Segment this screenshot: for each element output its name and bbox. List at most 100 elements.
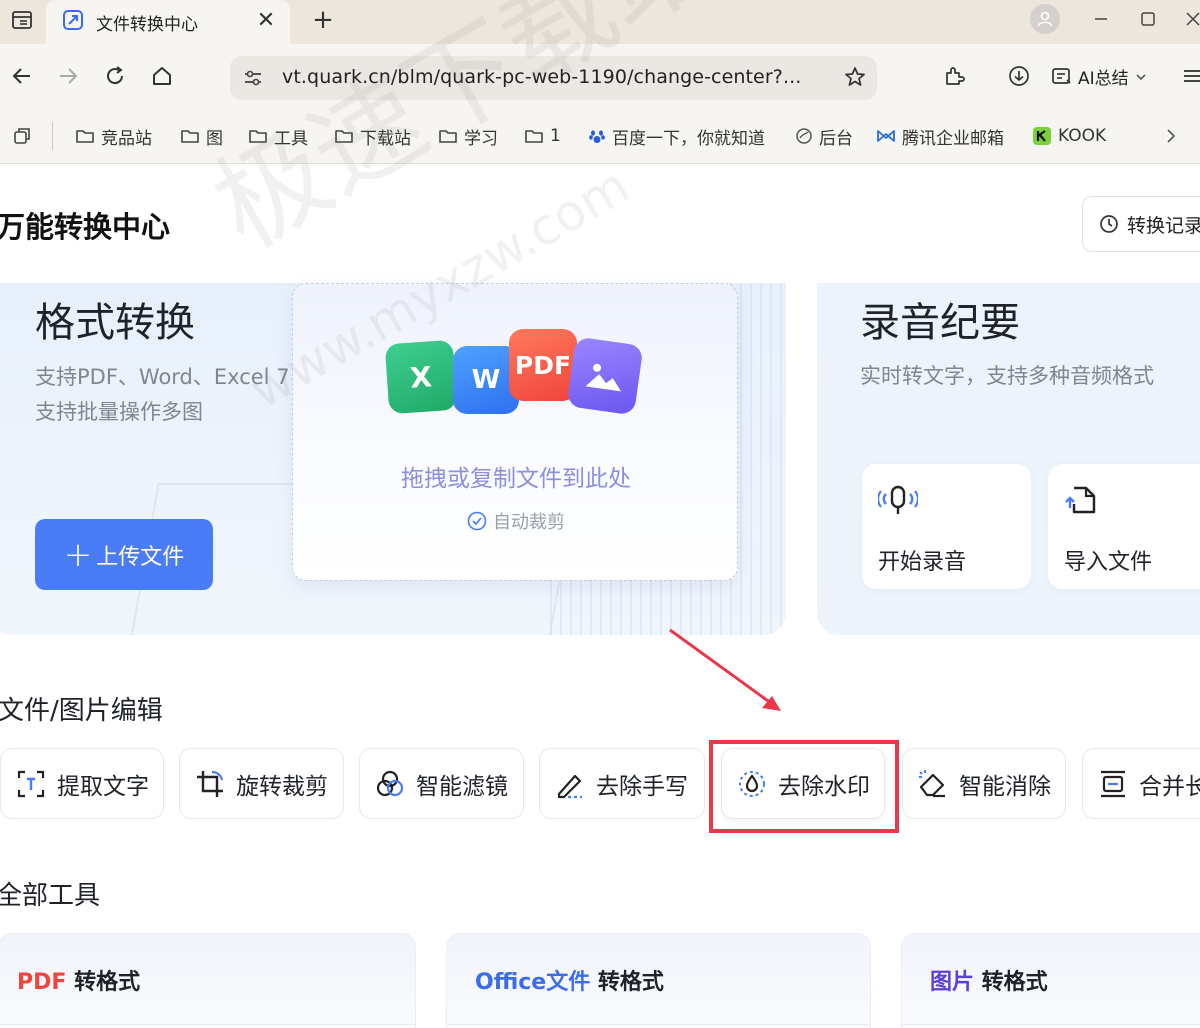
bookmark-item[interactable]: 图 xyxy=(180,122,223,150)
microphone-icon xyxy=(876,484,920,522)
bookmark-item[interactable]: 腾讯企业邮箱 xyxy=(876,122,1004,150)
tile-label: 开始录音 xyxy=(878,550,967,575)
menu-icon[interactable] xyxy=(1176,60,1200,92)
bookmarks-bar: 竞品站 图 工具 下载站 学习 1 百度一下，你就知道 后台 腾讯企业邮箱 KO… xyxy=(0,110,1200,164)
card-title: PDF 转格式 xyxy=(17,964,140,996)
site-settings-icon[interactable] xyxy=(242,67,264,93)
maximize-icon[interactable] xyxy=(1133,4,1163,34)
folder-icon xyxy=(524,127,544,145)
pdf-convert-card[interactable]: PDF 转格式 xyxy=(0,933,416,1028)
ai-summary-button[interactable]: AI总结 xyxy=(1050,64,1147,89)
bookmark-item[interactable]: 1 xyxy=(524,122,561,150)
bookmark-label: 工具 xyxy=(274,128,308,149)
folder-icon xyxy=(248,127,268,145)
office-convert-card[interactable]: Office文件 转格式 xyxy=(446,933,871,1028)
browser-toolbar: vt.quark.cn/blm/quark-pc-web-1190/change… xyxy=(0,44,1200,110)
extract-text-tool[interactable]: 提取文字 xyxy=(0,748,164,819)
smart-filter-tool[interactable]: 智能滤镜 xyxy=(359,748,524,819)
tool-label: 合并长 xyxy=(1139,773,1200,800)
merge-long-image-tool[interactable]: 合并长 xyxy=(1082,748,1200,819)
image-file-icon xyxy=(566,336,644,416)
card-title: Office文件 转格式 xyxy=(475,964,664,996)
minimize-icon[interactable] xyxy=(1086,4,1116,34)
erase-handwriting-icon xyxy=(554,768,586,800)
card-divider xyxy=(447,1024,870,1025)
bookmark-item[interactable]: 下载站 xyxy=(334,122,411,150)
history-label: 转换记录 xyxy=(1127,214,1200,237)
file-drop-zone[interactable]: X W PDF 拖拽或复制文件到此处 自动裁剪 xyxy=(292,283,738,581)
active-tab[interactable]: 文件转换中心 ✕ xyxy=(46,0,290,44)
smart-erase-tool[interactable]: 智能消除 xyxy=(902,748,1066,819)
edit-section-title: 文件/图片编辑 xyxy=(0,696,163,726)
bookmark-label: 腾讯企业邮箱 xyxy=(902,128,1004,149)
tool-label: 提取文字 xyxy=(57,773,149,800)
bookmarks-divider xyxy=(52,122,53,150)
globe-icon xyxy=(795,127,813,145)
pdf-file-icon: PDF xyxy=(509,329,577,401)
bookmark-item[interactable]: KOOK xyxy=(1032,122,1106,150)
bookmark-label: 百度一下，你就知道 xyxy=(612,128,765,149)
card-title: 图片 转格式 xyxy=(930,964,1048,996)
bookmark-label: 下载站 xyxy=(360,128,411,149)
start-recording-tile[interactable]: 开始录音 xyxy=(862,464,1031,589)
tab-list-icon[interactable] xyxy=(8,8,36,32)
text-extract-icon xyxy=(15,768,47,800)
bookmarks-manager-icon[interactable] xyxy=(12,122,32,150)
bookmark-item[interactable]: 百度一下，你就知道 xyxy=(588,122,765,150)
url-text[interactable]: vt.quark.cn/blm/quark-pc-web-1190/change… xyxy=(282,66,801,88)
forward-icon[interactable] xyxy=(52,60,84,92)
tile-label: 导入文件 xyxy=(1064,550,1153,575)
download-icon[interactable] xyxy=(1003,60,1035,92)
bookmark-item[interactable]: 竞品站 xyxy=(75,122,152,150)
profile-avatar[interactable] xyxy=(1030,4,1060,34)
upload-label: 上传文件 xyxy=(96,544,185,570)
extensions-icon[interactable] xyxy=(938,60,970,92)
remove-handwriting-tool[interactable]: 去除手写 xyxy=(539,748,705,819)
folder-icon xyxy=(180,127,200,145)
new-tab-button[interactable]: + xyxy=(308,6,338,36)
format-desc-line-2: 支持批量操作多图 xyxy=(35,400,203,424)
tool-label: 去除手写 xyxy=(596,773,688,800)
bookmark-label: 后台 xyxy=(819,128,853,149)
image-convert-card[interactable]: 图片 转格式 xyxy=(901,933,1200,1028)
remove-watermark-tool[interactable]: 去除水印 xyxy=(721,748,885,819)
kook-icon xyxy=(1032,126,1052,146)
tab-bar: 文件转换中心 ✕ + xyxy=(0,0,1200,44)
address-bar[interactable]: vt.quark.cn/blm/quark-pc-web-1190/change… xyxy=(230,56,877,100)
folder-icon xyxy=(334,127,354,145)
crop-icon xyxy=(194,768,226,800)
card-rest-text: 转格式 xyxy=(590,970,664,995)
tencent-mail-icon xyxy=(876,128,896,144)
rotate-crop-tool[interactable]: 旋转裁剪 xyxy=(179,748,344,819)
all-tools-title: 全部工具 xyxy=(0,881,101,911)
bookmarks-more-icon[interactable] xyxy=(1164,122,1178,150)
baidu-icon xyxy=(588,127,606,145)
auto-crop-option[interactable]: 自动裁剪 xyxy=(293,508,739,534)
reload-icon[interactable] xyxy=(99,60,131,92)
auto-crop-label: 自动裁剪 xyxy=(493,512,565,533)
ai-summary-icon xyxy=(1050,65,1074,89)
bookmark-star-icon[interactable] xyxy=(843,65,867,93)
conversion-history-button[interactable]: 转换记录 xyxy=(1082,196,1200,252)
bookmark-item[interactable]: 后台 xyxy=(795,122,853,150)
bookmark-label: 1 xyxy=(550,126,561,146)
bookmark-label: 学习 xyxy=(464,128,498,149)
ai-summary-label: AI总结 xyxy=(1078,69,1129,89)
eraser-icon xyxy=(917,768,949,800)
card-divider xyxy=(0,1024,415,1025)
import-file-tile[interactable]: 导入文件 xyxy=(1048,464,1200,589)
bookmark-item[interactable]: 学习 xyxy=(438,122,498,150)
drop-zone-text: 拖拽或复制文件到此处 xyxy=(401,466,631,492)
bookmark-item[interactable]: 工具 xyxy=(248,122,308,150)
chevron-down-icon xyxy=(1135,71,1147,83)
back-icon[interactable] xyxy=(6,60,38,92)
tool-label: 智能消除 xyxy=(959,773,1051,800)
tab-close-icon[interactable]: ✕ xyxy=(254,8,278,34)
upload-file-button[interactable]: + 上传文件 xyxy=(35,519,213,590)
card-accent-text: PDF xyxy=(17,970,67,995)
check-circle-icon xyxy=(467,511,487,531)
home-icon[interactable] xyxy=(146,60,178,92)
card-accent-text: 图片 xyxy=(930,970,975,995)
card-accent-text: Office文件 xyxy=(475,970,591,995)
close-window-icon[interactable] xyxy=(1178,4,1200,34)
